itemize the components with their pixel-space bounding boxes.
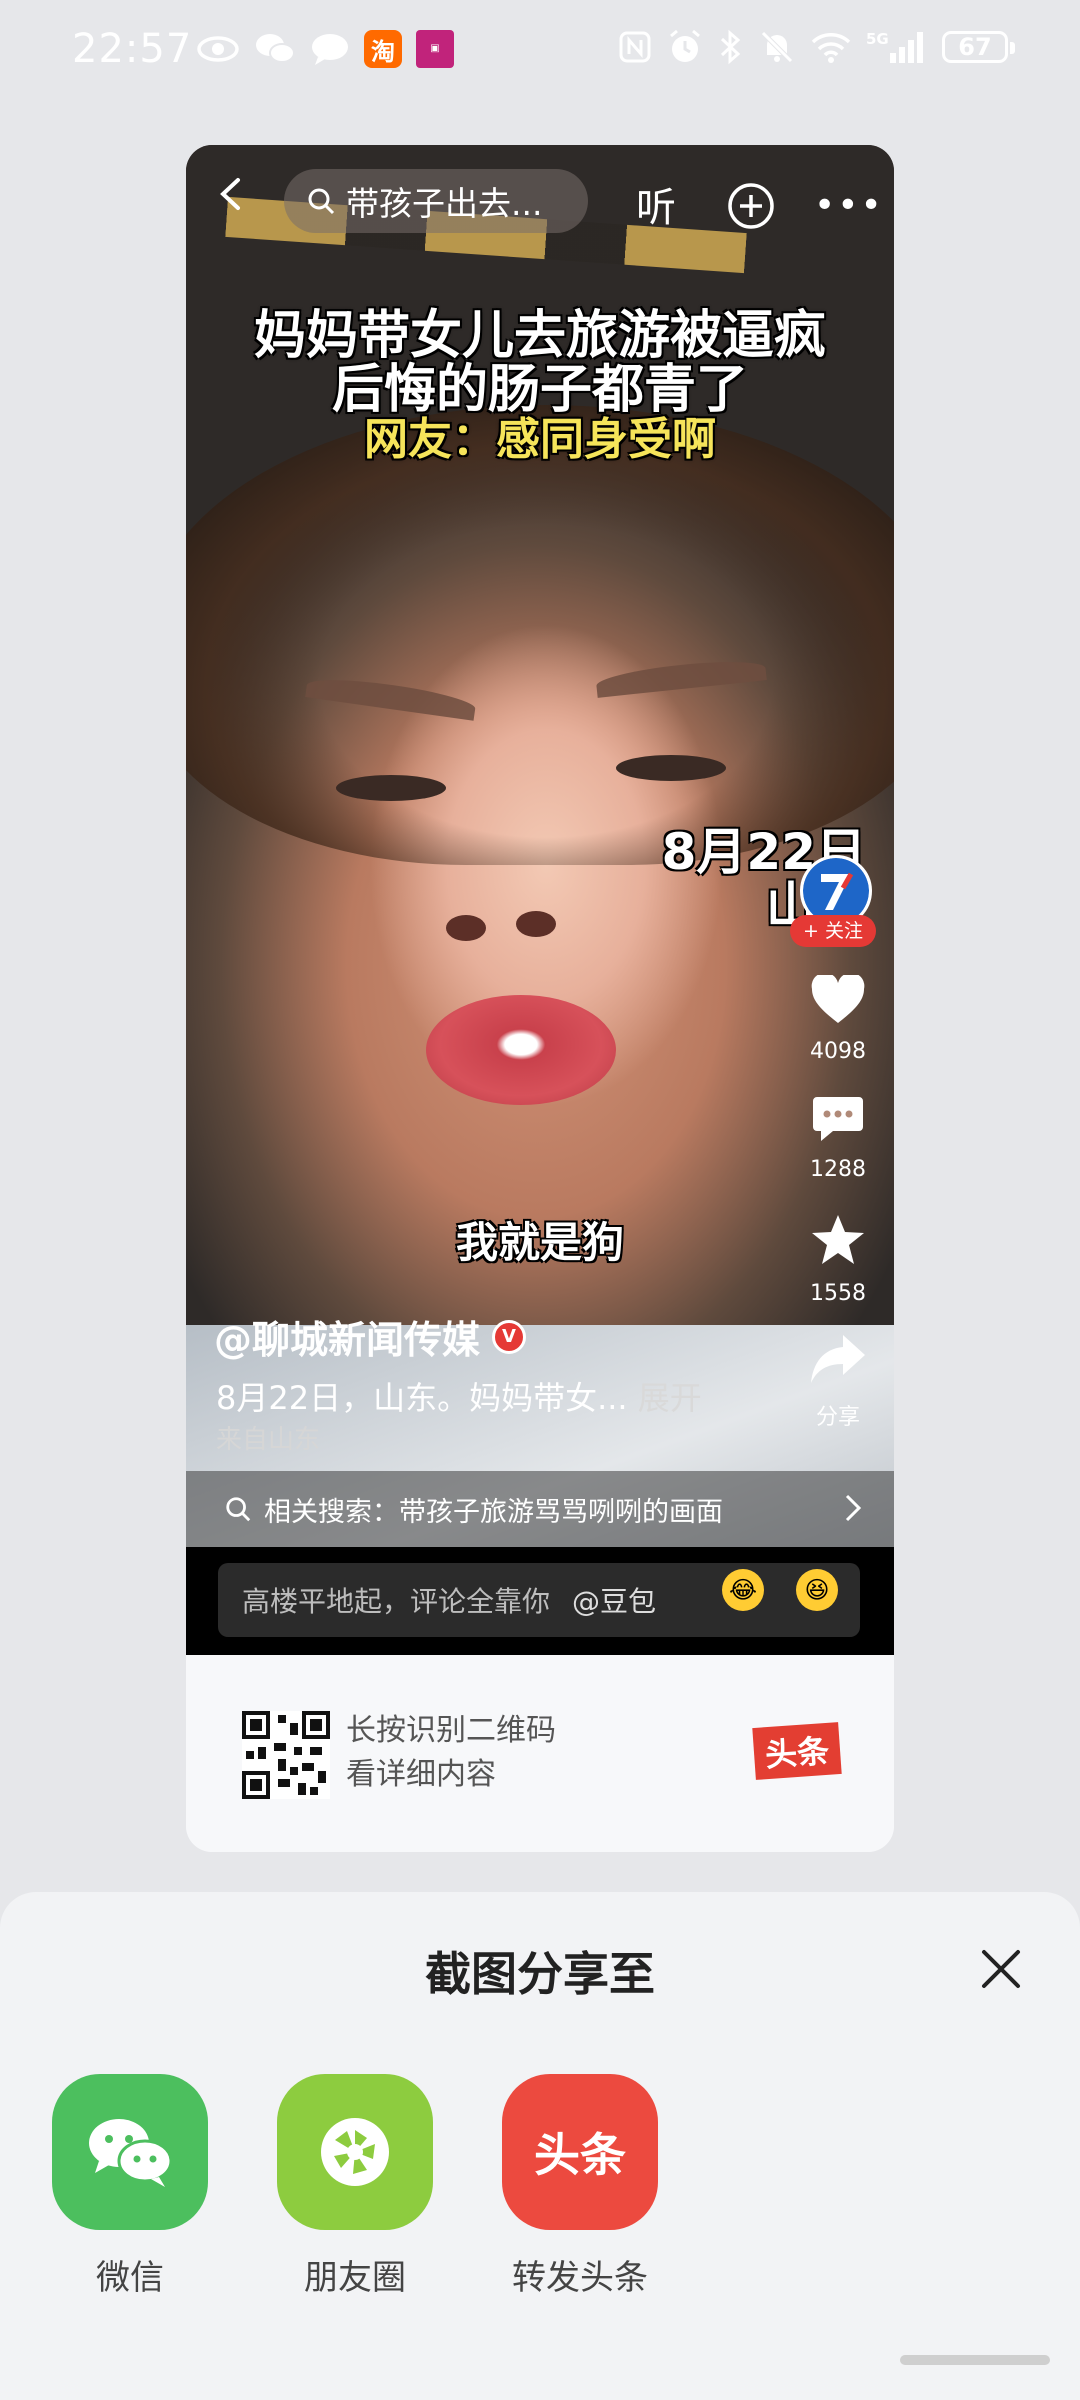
comment-bar: 高楼平地起，评论全靠你 @豆包 😂 😆	[186, 1547, 894, 1655]
share-label: 分享	[815, 1405, 860, 1430]
wechat-icon	[256, 34, 295, 63]
wifi-icon	[811, 33, 851, 63]
search-icon	[226, 1497, 251, 1522]
author-name: @聊城新闻传媒	[214, 1318, 481, 1362]
comment-count: 1288	[810, 1157, 866, 1182]
listen-button[interactable]: 听	[636, 175, 676, 233]
nfc-icon	[619, 31, 651, 63]
back-icon[interactable]	[214, 177, 248, 211]
share-sheet: 截图分享至 微信 朋友圈 头条 转发头条	[0, 1892, 1080, 2400]
chevron-right-icon	[845, 1494, 862, 1522]
eye-icon	[197, 36, 239, 62]
favorite-button[interactable]: 1558	[788, 1213, 888, 1306]
comment-icon	[813, 1097, 863, 1141]
related-search-bar[interactable]: 相关搜索：带孩子旅游骂骂咧咧的画面	[186, 1471, 894, 1547]
status-bar: 22:57 淘 ▣ 5G 67	[0, 0, 1080, 100]
home-indicator[interactable]	[900, 2355, 1050, 2365]
share-label-moments: 朋友圈	[304, 2258, 406, 2298]
share-sheet-title: 截图分享至	[425, 1947, 655, 2001]
qr-code-icon	[242, 1711, 330, 1799]
wechat-icon	[89, 2119, 173, 2187]
laughing-emoji-icon[interactable]: 😂	[722, 1569, 764, 1611]
toutiao-logo: 头条	[752, 1722, 842, 1780]
video-frame-eye	[336, 775, 446, 801]
svg-text:5G: 5G	[866, 30, 889, 48]
share-to-wechat[interactable]: 微信	[52, 2074, 208, 2299]
video-frame-nostril	[516, 911, 556, 937]
signal-5g-icon: 5G	[866, 30, 923, 63]
share-to-toutiao[interactable]: 头条 转发头条	[502, 2074, 658, 2299]
description-text: 8月22日，山东。妈妈带女...	[216, 1379, 628, 1417]
qr-line-2: 看详细内容	[346, 1757, 496, 1792]
comment-placeholder: 高楼平地起，评论全靠你	[242, 1585, 551, 1618]
taobao-app-icon: 淘	[364, 30, 402, 68]
share-label-wechat: 微信	[96, 2258, 164, 2298]
more-icon[interactable]: •••	[814, 185, 884, 226]
share-button[interactable]: 分享	[788, 1333, 888, 1431]
author-name-row[interactable]: @聊城新闻传媒 V	[214, 1309, 527, 1364]
shopping-app-icon: ▣	[416, 30, 454, 68]
video-description[interactable]: 8月22日，山东。妈妈带女... 展开	[216, 1373, 702, 1419]
heart-icon	[811, 972, 865, 1023]
video-frame-nostril	[446, 915, 486, 941]
grinning-emoji-icon[interactable]: 😆	[796, 1569, 838, 1611]
close-icon[interactable]	[980, 1948, 1022, 1990]
battery-icon: 67	[942, 31, 1015, 63]
follow-button[interactable]: + 关注	[790, 915, 876, 947]
like-count: 4098	[810, 1039, 866, 1064]
moments-aperture-icon	[321, 2118, 389, 2186]
qr-instructions: 长按识别二维码 看详细内容	[346, 1709, 556, 1797]
related-search-text: 相关搜索：带孩子旅游骂骂咧咧的画面	[264, 1496, 723, 1528]
video-frame-lips	[426, 995, 616, 1105]
video-location: 来自山东	[216, 1425, 321, 1455]
like-button[interactable]: 4098	[788, 972, 888, 1064]
search-text: 带孩子出去...	[346, 184, 543, 223]
share-to-moments[interactable]: 朋友圈	[277, 2074, 433, 2299]
share-label-toutiao: 转发头条	[512, 2258, 648, 2298]
comment-input[interactable]: 高楼平地起，评论全靠你 @豆包	[218, 1563, 860, 1637]
video-frame-eye	[616, 755, 726, 781]
message-icon	[312, 34, 348, 65]
expand-link[interactable]: 展开	[638, 1379, 702, 1417]
toutiao-icon-text: 头条	[534, 2128, 626, 2182]
screenshot-preview-card: 带孩子出去... 听 ••• 妈妈带女儿去旅游被逼疯 后悔的肠子都青了 网友：感…	[186, 145, 894, 1852]
toutiao-share-icon: 头条	[502, 2074, 658, 2230]
video-top-bar: 带孩子出去... 听 •••	[186, 155, 894, 235]
wechat-share-icon	[52, 2074, 208, 2230]
comment-button[interactable]: 1288	[788, 1095, 888, 1182]
search-icon	[308, 188, 335, 215]
favorite-count: 1558	[810, 1281, 866, 1306]
status-time: 22:57	[72, 26, 193, 72]
qr-code-area: 长按识别二维码 看详细内容 头条	[186, 1655, 894, 1852]
alarm-icon	[670, 29, 700, 62]
status-notification-icons: 淘 ▣	[196, 30, 454, 68]
qr-line-1: 长按识别二维码	[346, 1713, 556, 1748]
moments-share-icon	[277, 2074, 433, 2230]
add-icon[interactable]	[726, 181, 776, 231]
star-icon	[812, 1215, 864, 1264]
video-frame-hair	[186, 405, 894, 865]
share-arrow-icon	[811, 1335, 865, 1383]
bluetooth-icon	[720, 29, 741, 65]
verified-badge-icon: V	[492, 1319, 527, 1354]
video-player[interactable]: 带孩子出去... 听 ••• 妈妈带女儿去旅游被逼疯 后悔的肠子都青了 网友：感…	[186, 145, 894, 1655]
video-headline-line-3: 网友：感同身受啊	[364, 414, 716, 465]
status-system-icons: 5G 67	[618, 28, 1015, 66]
mute-icon	[761, 31, 793, 63]
video-search-box[interactable]: 带孩子出去...	[284, 169, 588, 233]
comment-mention: @豆包	[572, 1585, 657, 1618]
